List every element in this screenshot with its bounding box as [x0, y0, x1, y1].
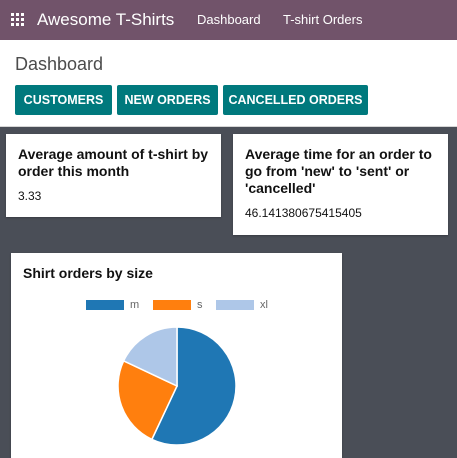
nav-item-dashboard[interactable]: Dashboard [197, 12, 261, 27]
avg-time-title-line: go from 'new' to 'sent' or [245, 163, 410, 179]
app-title[interactable]: Awesome T-Shirts [37, 10, 174, 30]
cancelled-orders-button[interactable]: CANCELLED ORDERS [223, 85, 368, 115]
avg-tshirt-title: Average amount of t-shirt by order this … [18, 146, 208, 180]
apps-menu-icon[interactable] [11, 13, 25, 27]
avg-tshirt-title-line: Average amount of t-shirt by [18, 146, 209, 162]
control-panel: Dashboard CUSTOMERS NEW ORDERS CANCELLED… [0, 40, 457, 127]
shirt-orders-chart-card: Shirt orders by size m s xl [11, 253, 342, 458]
customers-button[interactable]: CUSTOMERS [15, 85, 112, 115]
avg-time-title-line: Average time for an order to [245, 146, 432, 162]
avg-time-card: Average time for an order to go from 'ne… [233, 134, 448, 235]
pie-chart [117, 326, 237, 446]
top-navbar: Awesome T-Shirts Dashboard T-shirt Order… [0, 0, 457, 40]
page-title: Dashboard [15, 54, 104, 74]
nav-item-tshirt-orders[interactable]: T-shirt Orders [283, 12, 362, 27]
avg-tshirt-value: 3.33 [18, 189, 42, 203]
avg-tshirt-title-line: order this month [18, 163, 130, 179]
new-orders-button[interactable]: NEW ORDERS [117, 85, 218, 115]
avg-time-title: Average time for an order to go from 'ne… [245, 146, 432, 197]
avg-time-value: 46.141380675415405 [245, 206, 362, 220]
avg-time-title-line: 'cancelled' [245, 180, 316, 196]
avg-tshirt-card: Average amount of t-shirt by order this … [6, 134, 221, 217]
